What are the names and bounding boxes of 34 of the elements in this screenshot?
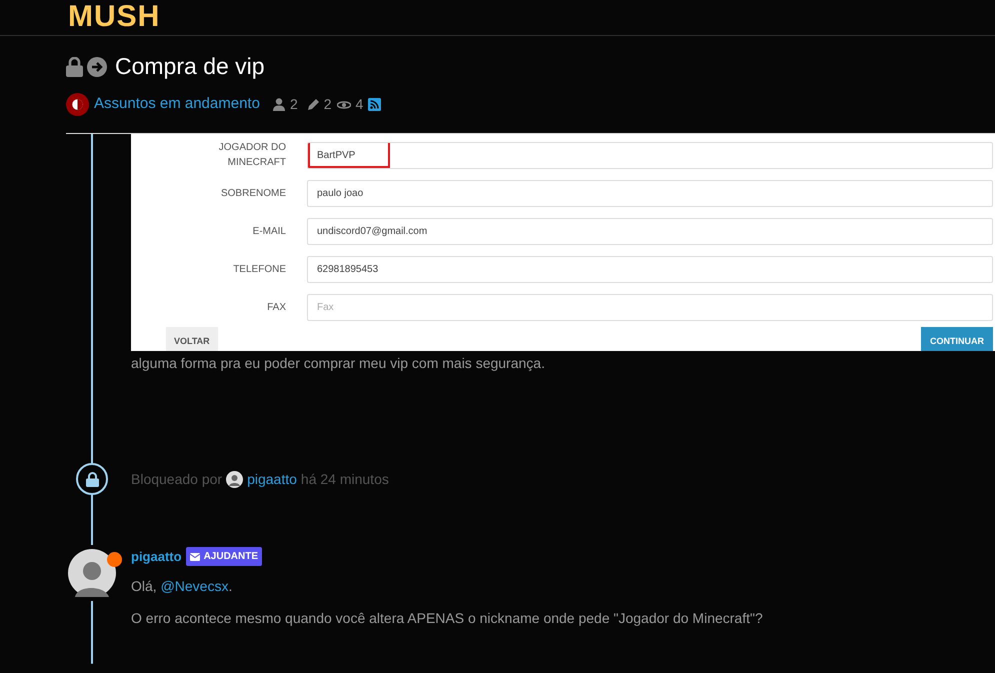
- reply-text: O erro acontece mesmo quando você altera APENAS o nickname onde pede "Jogador do Minecraft"?: [131, 608, 764, 628]
- lock-time: há 24 minutos: [300, 470, 389, 488]
- greeting-text: Olá,: [131, 578, 157, 594]
- pencil-icon: [306, 98, 319, 111]
- locked-by-label: Bloqueado por: [131, 470, 222, 489]
- category-link[interactable]: Assuntos em andamento: [94, 93, 260, 116]
- greeting-period: .: [228, 578, 232, 594]
- user-avatar[interactable]: [68, 549, 116, 597]
- author-link[interactable]: pigaatto: [131, 547, 182, 566]
- view-count: 4: [356, 95, 364, 114]
- continue-button[interactable]: CONTINUAR: [921, 327, 993, 351]
- back-button[interactable]: VOLTAR: [166, 327, 218, 351]
- participant-count: 2: [290, 95, 298, 114]
- field-label: TELEFONE: [232, 262, 286, 276]
- role-label: AJUDANTE: [204, 550, 258, 564]
- topic-title: Compra de vip: [115, 53, 265, 81]
- field-label: FAX: [266, 300, 286, 314]
- user-icon: [272, 98, 285, 111]
- field-label: E-MAIL: [252, 224, 286, 238]
- lock-icon: [86, 472, 98, 486]
- envelope-icon: [190, 552, 200, 561]
- eye-icon: [336, 100, 351, 110]
- field-label: JOGADOR DO MINECRAFT: [218, 141, 286, 170]
- category-icon: [66, 93, 89, 116]
- post-text: alguma forma pra eu poder comprar meu vip com mais segurança.: [131, 354, 546, 373]
- avatar-icon: [226, 470, 244, 488]
- mention-link[interactable]: @Nevecsx: [160, 578, 228, 594]
- username-link[interactable]: pigaatto: [247, 468, 297, 490]
- site-logo[interactable]: MUSH: [68, 0, 160, 33]
- post-count: 2: [324, 95, 332, 114]
- person-silhouette-icon: [75, 559, 109, 597]
- arrow-circle-icon: [87, 57, 107, 77]
- rss-icon[interactable]: [368, 98, 382, 111]
- field-label: SOBRENOME: [220, 186, 286, 200]
